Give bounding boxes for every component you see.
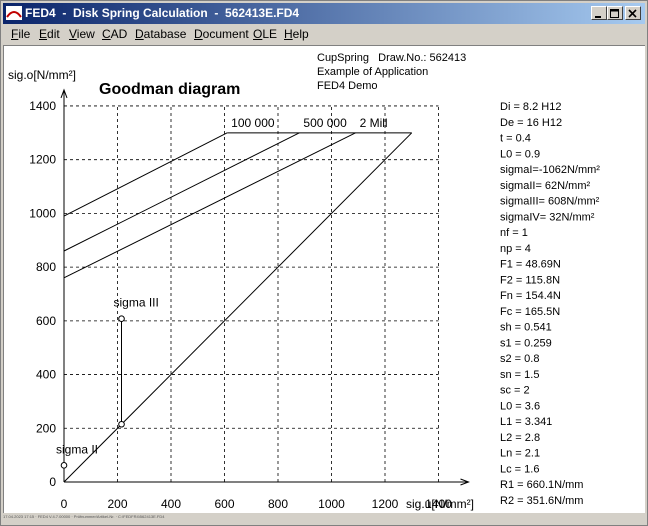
parameter-item: F1 = 48.69N	[500, 259, 561, 271]
y-tick-label-1400: 1400	[29, 99, 56, 113]
maximize-icon	[610, 9, 619, 18]
stress-point-3	[118, 315, 125, 322]
parameter-item: s2 = 0.8	[500, 353, 539, 365]
fatigue-line-1	[63, 132, 228, 217]
parameter-item: R1 = 660.1N/mm	[500, 479, 583, 491]
close-button[interactable]	[625, 6, 641, 20]
parameter-item: Lc = 1.6	[500, 463, 539, 475]
fatigue-line-label-2: 500 000	[303, 116, 347, 130]
header-line-2: Example of Application	[317, 66, 428, 78]
stress-points: sigma II sigma III	[56, 296, 159, 469]
minimize-button[interactable]	[591, 6, 607, 20]
y-tick-label-600: 600	[36, 314, 56, 328]
x-tick-label-600: 600	[214, 497, 234, 511]
title-bar[interactable]: FED4 - Disk Spring Calculation - 562413E…	[3, 3, 645, 24]
parameter-item: L0 = 3.6	[500, 400, 540, 412]
chart-title: Goodman diagram	[99, 81, 240, 98]
stress-point-label-3: sigma III	[114, 296, 159, 310]
x-axis-label: sig.u[N/mm²]	[406, 497, 474, 511]
x-tick-label-800: 800	[268, 497, 288, 511]
menu-help[interactable]: Help	[284, 27, 309, 41]
fatigue-line-2	[63, 132, 300, 252]
header-line-1: CupSpring Draw.No.: 562413	[317, 52, 466, 64]
y-axis-label: sig.o[N/mm²]	[8, 68, 76, 82]
y-tick-label-0: 0	[49, 475, 56, 489]
goodman-diagram: 0 200 400 600 800 1000 1200 1400 0 200 400 600 800 10…	[8, 52, 600, 511]
stress-point-label-1: sigma II	[56, 442, 98, 456]
parameter-item: sn = 1.5	[500, 369, 539, 381]
y-tick-label-400: 400	[36, 368, 56, 382]
parameter-item: Fn = 154.4N	[500, 290, 561, 302]
stress-point-1	[60, 462, 68, 469]
x-tick-label-400: 400	[161, 497, 181, 511]
parameter-item: L0 = 0.9	[500, 148, 540, 160]
menu-database[interactable]: Database	[135, 27, 186, 41]
parameter-item: sc = 2	[500, 385, 530, 397]
parameter-item: sigmaII= 62N/mm²	[500, 180, 590, 192]
minimize-icon	[595, 16, 601, 18]
parameter-item: sigmaIV= 32N/mm²	[500, 211, 595, 223]
x-tick-label-1200: 1200	[372, 497, 399, 511]
parameter-item: sh = 0.541	[500, 322, 552, 334]
menu-edit[interactable]: Edit	[39, 27, 60, 41]
drawing-area: 0 200 400 600 800 1000 1200 1400 0 200 400 600 800 10…	[3, 45, 645, 513]
x-tick-label-0: 0	[61, 497, 68, 511]
status-text: 17.04.2023 17:15 · FED4 V.4.7.00000 · Pr…	[3, 514, 165, 519]
disk-spring-app-icon	[6, 6, 22, 20]
menu-file[interactable]: File	[11, 27, 30, 41]
parameter-item: De = 16 H12	[500, 117, 562, 129]
parameter-item: nf = 1	[500, 227, 528, 239]
y-tick-label-1000: 1000	[29, 206, 56, 220]
parameter-item: Fc = 165.5N	[500, 306, 560, 318]
parameter-item: np = 4	[500, 243, 531, 255]
fatigue-line-label-3: 2 Mill	[360, 116, 388, 130]
parameter-item: s1 = 0.259	[500, 337, 552, 349]
y-tick-label-200: 200	[36, 421, 56, 435]
x-tick-label-200: 200	[107, 497, 127, 511]
menu-document[interactable]: Document	[194, 27, 249, 41]
close-icon	[628, 9, 637, 18]
window-title: FED4 - Disk Spring Calculation - 562413E…	[25, 6, 300, 20]
fatigue-line-label-1: 100 000	[231, 116, 275, 130]
parameter-item: sigmaI=-1062N/mm²	[500, 164, 600, 176]
y-tick-label-800: 800	[36, 260, 56, 274]
app-window: FED4 - Disk Spring Calculation - 562413E…	[0, 0, 648, 526]
parameter-item: L2 = 2.8	[500, 432, 540, 444]
menu-view[interactable]: View	[69, 27, 95, 41]
parameter-item: sigmaIII= 608N/mm²	[500, 196, 600, 208]
parameter-item: t = 0.4	[500, 133, 531, 145]
maximize-button[interactable]	[607, 6, 623, 20]
fatigue-line-3	[63, 132, 356, 279]
menu-ole[interactable]: OLE	[253, 27, 277, 41]
parameter-item: F2 = 115.8N	[500, 274, 560, 286]
parameter-list: Di = 8.2 H12 De = 16 H12 t = 0.4 L0 = 0.9 si…	[500, 101, 600, 507]
header-line-3: FED4 Demo	[317, 80, 378, 92]
parameter-item: R2 = 351.6N/mm	[500, 495, 583, 507]
parameter-item: L1 = 3.341	[500, 416, 552, 428]
parameter-item: Di = 8.2 H12	[500, 101, 561, 113]
parameter-item: Ln = 2.1	[500, 448, 540, 460]
x-tick-label-1000: 1000	[318, 497, 345, 511]
menu-cad[interactable]: CAD	[102, 27, 127, 41]
menu-bar: File Edit View CAD Database Document OLE…	[3, 25, 645, 44]
y-tick-label-1200: 1200	[29, 153, 56, 167]
status-bar: 17.04.2023 17:15 · FED4 V.4.7.00000 · Pr…	[3, 514, 645, 525]
stress-point-2	[118, 420, 125, 428]
